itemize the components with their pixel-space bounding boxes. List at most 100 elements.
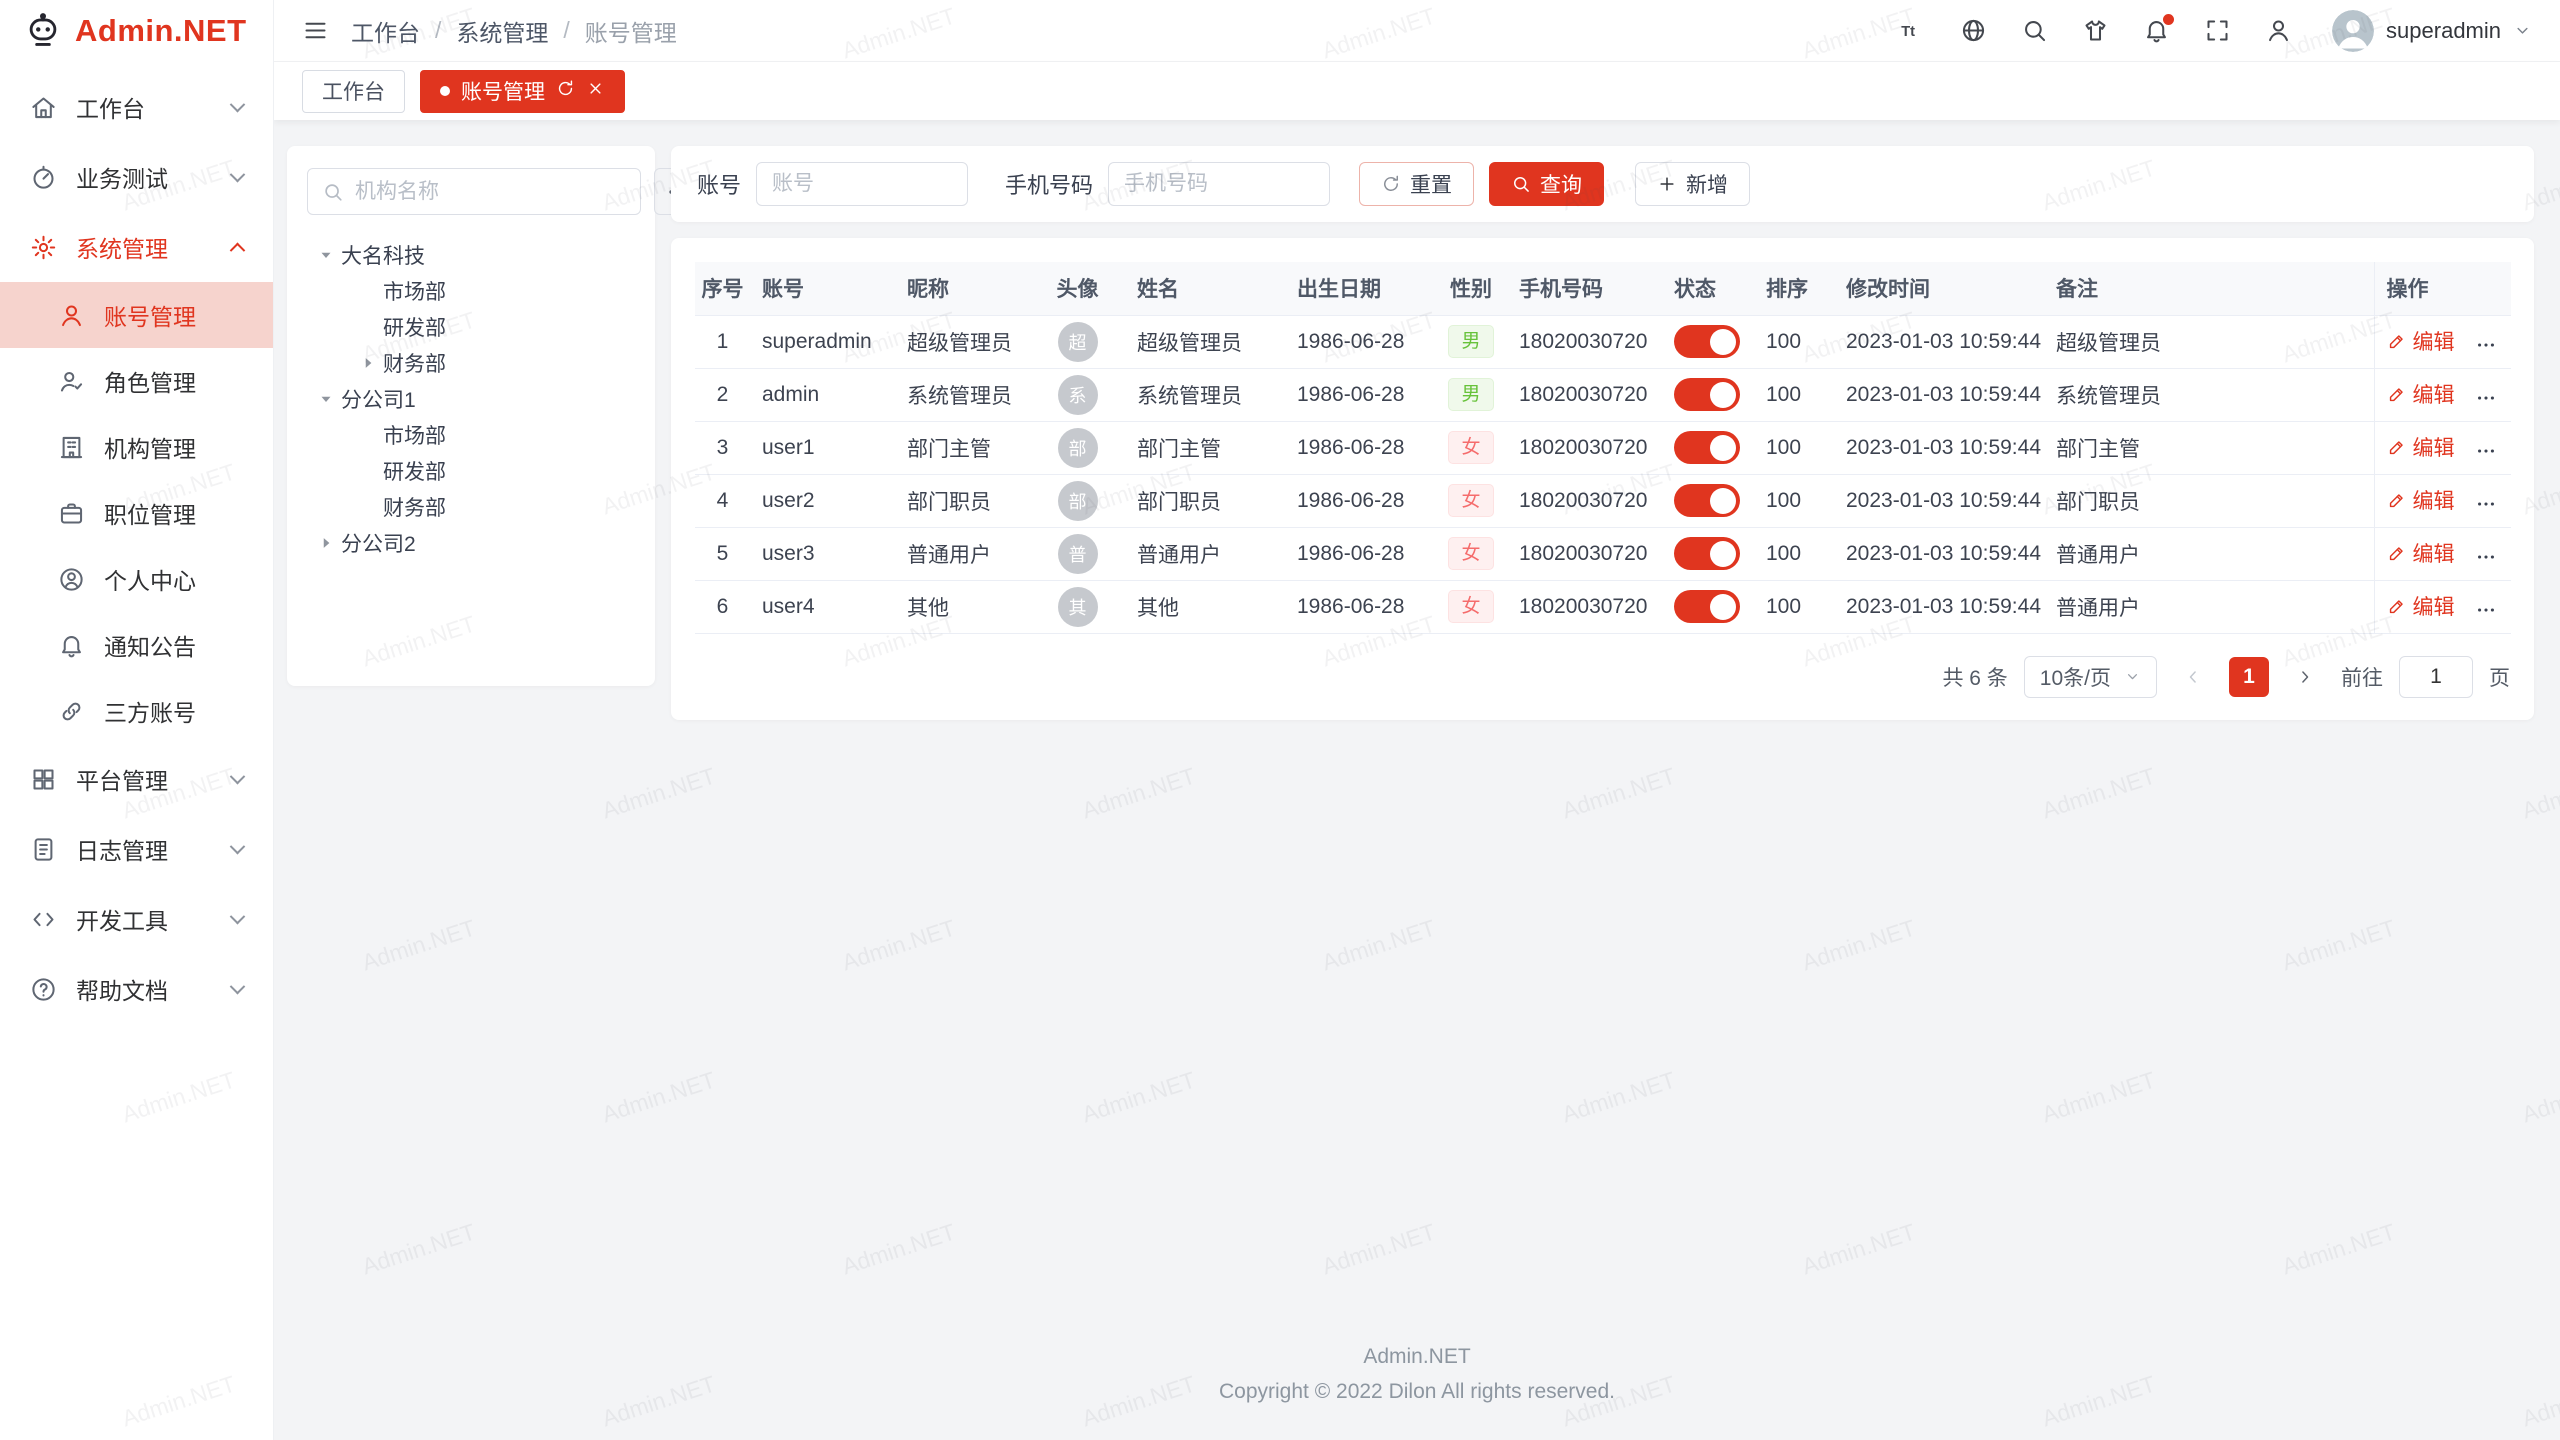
chevrondown-icon xyxy=(2513,21,2532,40)
more-actions-button[interactable] xyxy=(2475,546,2497,568)
tab-close-button[interactable] xyxy=(586,79,605,104)
search-button[interactable] xyxy=(2021,17,2048,44)
code-icon xyxy=(30,906,57,933)
sidebar-item-workbench[interactable]: 工作台 xyxy=(0,72,273,142)
search-button[interactable]: 查询 xyxy=(1489,162,1604,206)
org-search-input[interactable] xyxy=(355,180,626,204)
edit-button[interactable]: 编辑 xyxy=(2387,379,2455,409)
footer-copyright: Copyright © 2022 Dilon All rights reserv… xyxy=(274,1374,2560,1410)
tree-node[interactable]: 分公司2 xyxy=(307,525,635,561)
status-toggle[interactable] xyxy=(1674,537,1740,570)
profile-button[interactable] xyxy=(2265,17,2292,44)
theme-icon xyxy=(2082,17,2109,44)
sidebar-item-position[interactable]: 职位管理 xyxy=(0,480,273,546)
tree-node[interactable]: 市场部 xyxy=(307,417,635,453)
more-actions-icon xyxy=(2475,546,2497,568)
sidebar-item-org[interactable]: 机构管理 xyxy=(0,414,273,480)
sort-cell: 100 xyxy=(1754,580,1834,633)
locale-button[interactable] xyxy=(1960,17,1987,44)
org-search-box[interactable] xyxy=(307,168,641,215)
column-header: 操作 xyxy=(2374,262,2511,315)
menu-toggle-button[interactable] xyxy=(302,17,329,44)
next-page-button[interactable] xyxy=(2285,657,2325,697)
breadcrumb: 工作台/系统管理/账号管理 xyxy=(351,14,677,48)
tab-workbench[interactable]: 工作台 xyxy=(302,70,405,113)
reset-button[interactable]: 重置 xyxy=(1359,162,1474,206)
chevron-down-icon xyxy=(2513,21,2532,40)
row-avatar: 其 xyxy=(1058,587,1098,627)
theme-button[interactable] xyxy=(2082,17,2109,44)
breadcrumb-item[interactable]: 系统管理 xyxy=(456,14,548,48)
tab-account[interactable]: 账号管理 xyxy=(420,70,625,113)
sidebar-item-role[interactable]: 角色管理 xyxy=(0,348,273,414)
tab-refresh-button[interactable] xyxy=(556,79,575,104)
column-header: 状态 xyxy=(1662,262,1754,315)
fullscreen-button[interactable] xyxy=(2204,17,2231,44)
more-actions-button[interactable] xyxy=(2475,599,2497,621)
search-icon xyxy=(2021,17,2048,44)
gender-cell: 男 xyxy=(1435,315,1507,368)
edit-button[interactable]: 编辑 xyxy=(2387,326,2455,356)
tree-node[interactable]: 分公司1 xyxy=(307,381,635,417)
nickname-cell: 系统管理员 xyxy=(895,368,1030,421)
status-toggle[interactable] xyxy=(1674,378,1740,411)
edit-button[interactable]: 编辑 xyxy=(2387,538,2455,568)
more-actions-icon xyxy=(2475,387,2497,409)
sidebar-item-system[interactable]: 系统管理 xyxy=(0,212,273,282)
notification-button[interactable] xyxy=(2143,17,2170,44)
sidebar-item-business-test[interactable]: 业务测试 xyxy=(0,142,273,212)
edit-button[interactable]: 编辑 xyxy=(2387,485,2455,515)
modified-cell: 2023-01-03 10:59:44 xyxy=(1834,527,2044,580)
avatar-cell: 普 xyxy=(1030,527,1125,580)
index-cell: 3 xyxy=(695,421,750,474)
status-toggle[interactable] xyxy=(1674,325,1740,358)
sidebar-item-notice[interactable]: 通知公告 xyxy=(0,612,273,678)
tree-node[interactable]: 财务部 xyxy=(307,489,635,525)
more-actions-icon xyxy=(2475,440,2497,462)
remark-cell: 部门职员 xyxy=(2044,474,2374,527)
chevron-down-icon xyxy=(230,768,246,784)
phone-input[interactable] xyxy=(1108,162,1330,206)
index-cell: 4 xyxy=(695,474,750,527)
sidebar-item-thirdparty[interactable]: 三方账号 xyxy=(0,678,273,744)
table-area: 账号 手机号码 重置 查询 新增 序号账号昵称头像姓名出生日期性别手机号码状态排… xyxy=(671,146,2534,720)
birthdate-cell: 1986-06-28 xyxy=(1285,368,1435,421)
more-actions-button[interactable] xyxy=(2475,440,2497,462)
prev-page-button[interactable] xyxy=(2173,657,2213,697)
header-actions: Tt superadmin xyxy=(1899,10,2532,52)
account-input[interactable] xyxy=(756,162,968,206)
breadcrumb-item[interactable]: 工作台 xyxy=(351,14,420,48)
phone-cell: 18020030720 xyxy=(1507,580,1662,633)
more-actions-button[interactable] xyxy=(2475,493,2497,515)
tree-node[interactable]: 财务部 xyxy=(307,345,635,381)
tree-node[interactable]: 研发部 xyxy=(307,453,635,489)
user-menu[interactable]: superadmin xyxy=(2332,10,2532,52)
more-actions-button[interactable] xyxy=(2475,334,2497,356)
edit-button[interactable]: 编辑 xyxy=(2387,591,2455,621)
sidebar-item-account[interactable]: 账号管理 xyxy=(0,282,273,348)
tree-node[interactable]: 市场部 xyxy=(307,273,635,309)
gender-tag: 女 xyxy=(1448,537,1493,570)
page-size-select[interactable]: 10条/页 xyxy=(2024,656,2157,698)
row-avatar: 系 xyxy=(1058,375,1098,415)
sidebar-item-devtools[interactable]: 开发工具 xyxy=(0,884,273,954)
add-button[interactable]: 新增 xyxy=(1635,162,1750,206)
column-header: 备注 xyxy=(2044,262,2374,315)
row-avatar: 超 xyxy=(1058,322,1098,362)
tree-node[interactable]: 研发部 xyxy=(307,309,635,345)
status-toggle[interactable] xyxy=(1674,484,1740,517)
font-size-button[interactable]: Tt xyxy=(1899,17,1926,44)
status-toggle[interactable] xyxy=(1674,431,1740,464)
sidebar-item-profile[interactable]: 个人中心 xyxy=(0,546,273,612)
status-toggle[interactable] xyxy=(1674,590,1740,623)
refresh-icon xyxy=(556,79,575,98)
sidebar-item-logs[interactable]: 日志管理 xyxy=(0,814,273,884)
gauge-icon xyxy=(30,164,57,191)
more-actions-button[interactable] xyxy=(2475,387,2497,409)
edit-button[interactable]: 编辑 xyxy=(2387,432,2455,462)
tree-node[interactable]: 大名科技 xyxy=(307,237,635,273)
goto-page-input[interactable] xyxy=(2399,656,2473,698)
sidebar-item-platform[interactable]: 平台管理 xyxy=(0,744,273,814)
sidebar-item-docs[interactable]: 帮助文档 xyxy=(0,954,273,1024)
page-1-button[interactable]: 1 xyxy=(2229,657,2269,697)
